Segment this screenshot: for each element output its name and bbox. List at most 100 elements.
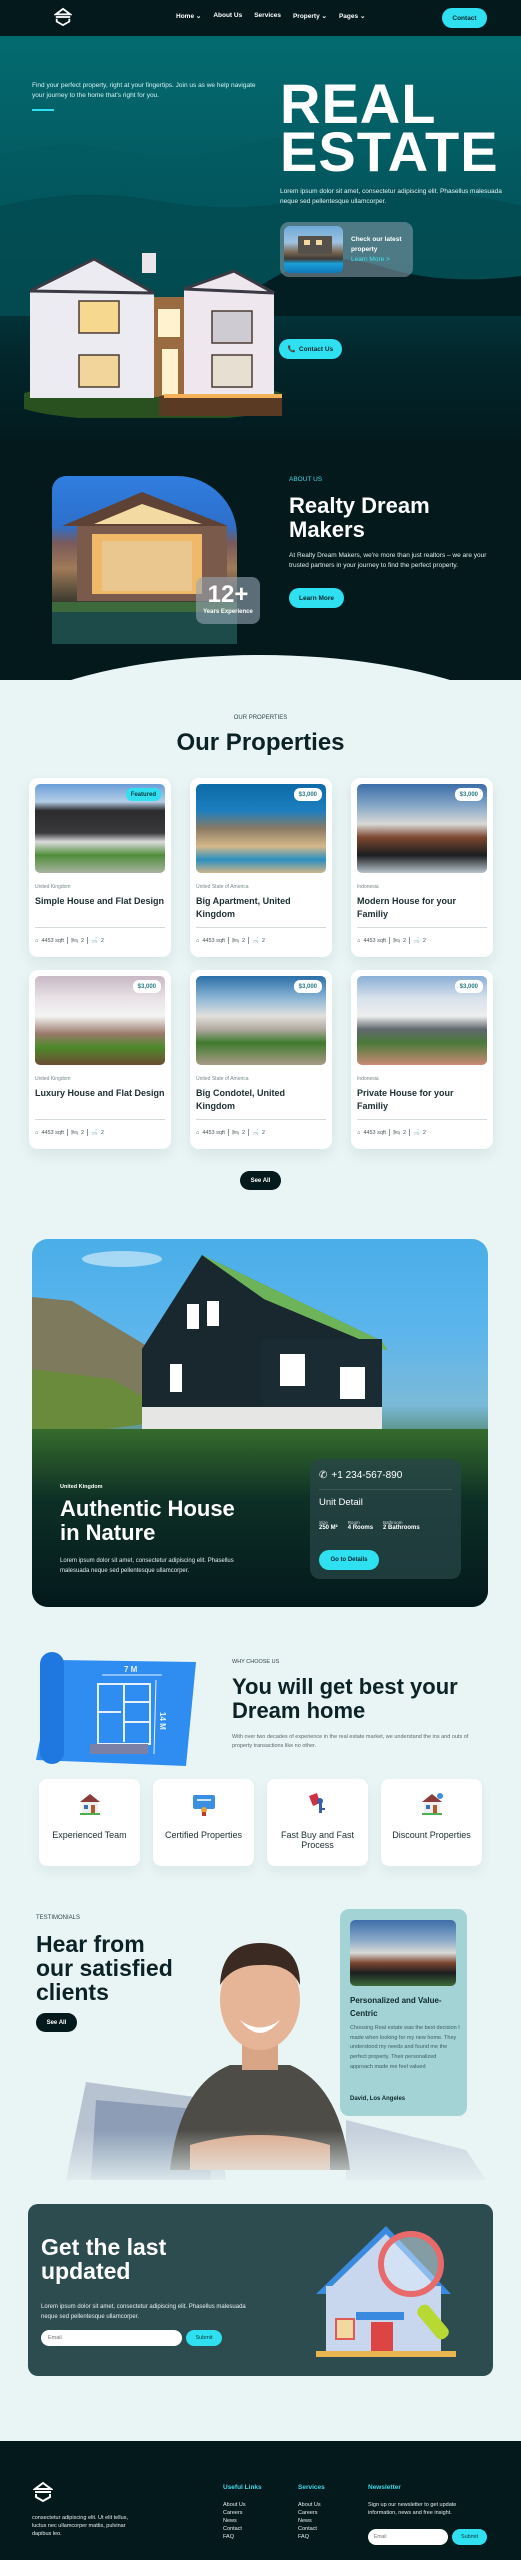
why-title: You will get best your Dream home [232,1674,458,1723]
property-card[interactable]: $3,000 Indonesia Private House for your Fa… [351,970,493,1149]
separator [66,937,68,944]
property-meta: ⌂ 4453 sqft 🛏 2 🛁 2 [196,937,265,944]
latest-property-title: Check our latest property [351,235,402,253]
hero-house-image [24,253,282,418]
testimonial-text: Choosing Real estate was the best decisi… [350,2025,460,2070]
footer-heading: Newsletter [368,2484,401,2491]
property-card[interactable]: $3,000 United State of America Big Apartme… [190,778,332,957]
price-badge: $3,000 [454,980,483,993]
separator [409,1129,411,1136]
see-all-properties-button[interactable]: See All [240,1171,281,1190]
footer-link[interactable]: Careers [298,2509,325,2517]
learn-more-link[interactable]: Learn More > [351,255,409,265]
contact-us-label: Contact Us [298,345,334,353]
logo-icon[interactable] [54,7,72,27]
footer-link[interactable]: Contact [223,2525,262,2533]
divider [35,1119,165,1120]
price-badge: $3,000 [293,788,322,801]
property-location: United State of America [196,884,249,890]
property-image: Featured [35,784,165,873]
footer-email-input[interactable] [368,2529,448,2545]
footer-link[interactable]: FAQ [223,2533,262,2541]
separator [388,937,390,944]
property-title[interactable]: Big Condotel, United Kingdom [196,1087,326,1113]
nav-pages[interactable]: Pages ⌄ [339,12,365,20]
go-to-details-button[interactable]: Go to Details [319,1550,379,1570]
testimonial-card: Personalized and Value-Centric Choosing … [340,1909,467,2116]
footer-link[interactable]: News [223,2517,262,2525]
property-title[interactable]: Big Apartment, United Kingdom [196,895,326,921]
footer-heading: Useful Links [223,2484,262,2491]
footer-useful-links: Useful Links About Us Careers News Conta… [223,2484,262,2541]
property-baths: 2 [422,937,426,944]
latest-property-card[interactable]: Check our latest property Learn More > [280,222,413,277]
property-baths: 2 [100,1129,104,1136]
footer-link[interactable]: News [298,2517,325,2525]
learn-more-button[interactable]: Learn More [289,588,344,608]
experience-badge: 12+ Years Experience [196,577,260,624]
footer-logo-icon[interactable] [33,2481,53,2503]
property-beds: 2 [402,1129,407,1136]
properties-title: Our Properties [176,729,345,756]
floor-plan-illustration: 7 M 14 M [36,1652,196,1766]
newsletter-submit-button[interactable]: Submit [186,2330,222,2346]
separator [248,937,250,944]
newsletter-email-input[interactable] [41,2330,182,2346]
bath-icon: 🛁 [413,937,420,944]
property-card[interactable]: $3,000 United Kingdom Luxury House and Fla… [29,970,171,1149]
footer-submit-button[interactable]: Submit [452,2529,487,2545]
bed-icon: 🛏 [231,1129,239,1136]
plan-height-label: 14 M [158,1712,167,1730]
nav-property-label: Property [292,13,320,20]
stat-value: 4 Rooms [347,1525,374,1531]
property-area: 4453 sqft [41,1129,64,1136]
bath-icon: 🛁 [91,1129,98,1136]
footer-link[interactable]: Careers [223,2509,262,2517]
newsletter-description: Lorem ipsum dolor sit amet, consectetur … [41,2304,246,2320]
footer-link[interactable]: Contact [298,2525,325,2533]
property-title[interactable]: Luxury House and Flat Design [35,1087,165,1100]
contact-button[interactable]: Contact [442,8,487,28]
nav-about[interactable]: About Us [213,12,242,20]
footer-link[interactable]: About Us [298,2501,325,2509]
property-location: United Kingdom [35,884,71,890]
nav-property[interactable]: Property ⌄ [293,12,327,20]
bottom-fade [0,2130,521,2190]
property-location: United State of America [196,1076,249,1082]
testimonials-title: Hear from our satisfied clients [36,1931,173,2005]
newsletter-title: Get the last updated [41,2234,167,2284]
nav-services[interactable]: Services [254,12,281,20]
property-beds: 2 [80,937,85,944]
footer-link[interactable]: FAQ [298,2533,325,2541]
feature-label: Experienced Team [52,1830,127,1840]
footer-newsletter-text: Sign up our newsletter to get update inf… [368,2502,457,2516]
testimonials-tag: TESTIMONIALS [36,1915,81,1921]
property-image: $3,000 [196,976,326,1065]
footer-heading: Services [298,2484,325,2491]
property-card[interactable]: Featured United Kingdom Simple House and F… [29,778,171,957]
contact-us-button[interactable]: 📞 Contact Us [279,339,342,359]
property-meta: ⌂ 4453 sqft 🛏 2 🛁 2 [196,1129,265,1136]
property-beds: 2 [402,937,407,944]
property-card[interactable]: $3,000 United State of America Big Condote… [190,970,332,1149]
experience-value: 12+ [207,581,249,608]
experience-label: Years Experience [203,609,253,615]
testimonial-title: Personalized and Value-Centric [350,1996,442,2018]
property-title[interactable]: Simple House and Flat Design [35,895,165,908]
divider [196,1119,326,1120]
nav-pages-label: Pages [338,13,359,20]
property-title[interactable]: Private House for your Familiy [357,1087,487,1113]
property-title[interactable]: Modern House for your Familiy [357,895,487,921]
price-badge: $3,000 [454,788,483,801]
see-all-testimonials-button[interactable]: See All [36,2013,77,2032]
bed-icon: 🛏 [392,937,400,944]
property-image: $3,000 [196,784,326,873]
divider [357,1119,487,1120]
phone-number[interactable]: ✆ +1 234-567-890 [319,1470,402,1481]
nav-home-label: Home [176,13,195,20]
nav-home[interactable]: Home ⌄ [176,12,201,20]
footer-link[interactable]: About Us [223,2501,262,2509]
property-meta: ⌂ 4453 sqft 🛏 2 🛁 2 [357,937,426,944]
property-card[interactable]: $3,000 Indonesia Modern House for your Fam… [351,778,493,957]
property-meta: ⌂ 4453 sqft 🛏 2 🛁 2 [35,1129,104,1136]
